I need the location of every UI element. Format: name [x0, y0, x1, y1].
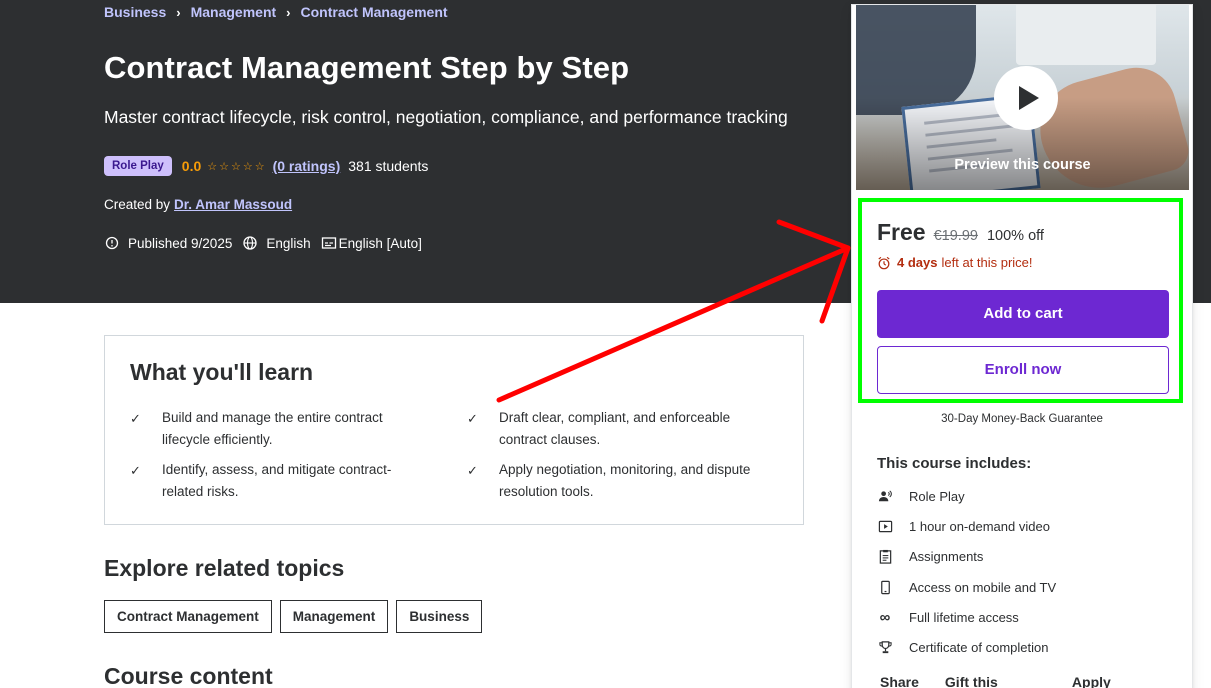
students-count: 381 students	[348, 158, 429, 174]
breadcrumb: Business › Management › Contract Managem…	[104, 4, 448, 20]
check-icon: ✓	[130, 411, 141, 426]
created-by: Created by Dr. Amar Massoud	[104, 197, 292, 212]
include-label: Access on mobile and TV	[909, 579, 1057, 595]
sidebar-footer-links: Share Gift this course Apply Coupon	[880, 674, 1192, 688]
breadcrumb-item-management[interactable]: Management	[191, 4, 277, 20]
list-item: Certificate of completion	[877, 639, 1048, 655]
check-icon: ✓	[130, 463, 141, 478]
globe-icon	[243, 236, 257, 250]
gift-course-button[interactable]: Gift this course	[945, 674, 1046, 688]
check-icon: ✓	[467, 463, 478, 478]
play-icon[interactable]	[994, 66, 1058, 130]
check-icon: ✓	[467, 411, 478, 426]
course-subtitle: Master contract lifecycle, risk control,…	[104, 107, 788, 127]
includes-title: This course includes:	[877, 455, 1032, 472]
list-item: Role Play	[877, 488, 965, 504]
list-item: ✓ Identify, assess, and mitigate contrac…	[130, 459, 430, 503]
list-item: ✓ Draft clear, compliant, and enforceabl…	[467, 407, 767, 451]
list-item: Assignments	[877, 548, 983, 564]
apply-coupon-button[interactable]: Apply Coupon	[1072, 674, 1166, 688]
list-item: ✓ Build and manage the entire contract l…	[130, 407, 430, 451]
course-captions: English [Auto]	[338, 235, 422, 251]
topic-business[interactable]: Business	[396, 600, 483, 633]
chevron-right-icon: ›	[176, 4, 181, 20]
learn-item-text: Apply negotiation, monitoring, and dispu…	[499, 462, 751, 499]
include-label: Full lifetime access	[909, 609, 1019, 625]
money-back-guarantee: 30-Day Money-Back Guarantee	[941, 413, 1103, 425]
include-label: 1 hour on-demand video	[909, 518, 1050, 534]
share-button[interactable]: Share	[880, 674, 919, 688]
mobile-icon	[877, 579, 893, 595]
course-preview[interactable]: Preview this course	[856, 5, 1189, 190]
closed-captions-icon	[321, 237, 336, 249]
role-play-badge: Role Play	[104, 156, 172, 176]
include-label: Assignments	[909, 548, 984, 564]
what-you-will-learn: What you'll learn ✓ Build and manage the…	[104, 335, 804, 525]
star-rating-icon: ☆☆☆☆☆	[207, 160, 267, 173]
include-label: Certificate of completion	[909, 639, 1049, 655]
trophy-icon	[877, 639, 893, 655]
learn-item-text: Build and manage the entire contract lif…	[162, 410, 383, 447]
assignment-icon	[877, 548, 893, 564]
related-topics: Contract Management Management Business	[104, 600, 490, 633]
list-item: ✓ Apply negotiation, monitoring, and dis…	[467, 459, 767, 503]
infinity-icon: ∞	[879, 608, 891, 626]
list-item: Access on mobile and TV	[877, 579, 1056, 595]
breadcrumb-item-business[interactable]: Business	[104, 4, 166, 20]
role-play-icon	[877, 488, 893, 504]
course-content-title: Course content	[104, 663, 273, 688]
learn-item-text: Identify, assess, and mitigate contract-…	[162, 462, 392, 499]
include-label: Role Play	[909, 488, 965, 504]
published-date: Published 9/2025	[128, 235, 233, 251]
related-topics-title: Explore related topics	[104, 555, 345, 581]
chevron-right-icon: ›	[286, 4, 291, 20]
course-language: English	[266, 235, 311, 251]
topic-contract-management[interactable]: Contract Management	[104, 600, 272, 633]
learn-item-text: Draft clear, compliant, and enforceable …	[499, 410, 731, 447]
preview-label[interactable]: Preview this course	[856, 157, 1189, 173]
created-by-label: Created by	[104, 197, 171, 212]
course-title: Contract Management Step by Step	[104, 50, 630, 85]
breadcrumb-item-contract-management[interactable]: Contract Management	[301, 4, 448, 20]
learn-title: What you'll learn	[130, 359, 314, 385]
list-item: ∞ Full lifetime access	[877, 608, 1019, 626]
rating-row: Role Play 0.0 ☆☆☆☆☆ (0 ratings) 381 stud…	[104, 156, 428, 176]
alert-badge-icon	[105, 236, 119, 250]
highlight-box	[858, 198, 1183, 403]
topic-management[interactable]: Management	[279, 600, 389, 633]
video-icon	[877, 518, 893, 534]
course-meta: Published 9/2025 English English [Auto]	[104, 235, 422, 251]
ratings-count-link[interactable]: (0 ratings)	[273, 158, 341, 174]
author-link[interactable]: Dr. Amar Massoud	[174, 197, 292, 212]
rating-value: 0.0	[181, 158, 202, 174]
list-item: 1 hour on-demand video	[877, 518, 1050, 534]
